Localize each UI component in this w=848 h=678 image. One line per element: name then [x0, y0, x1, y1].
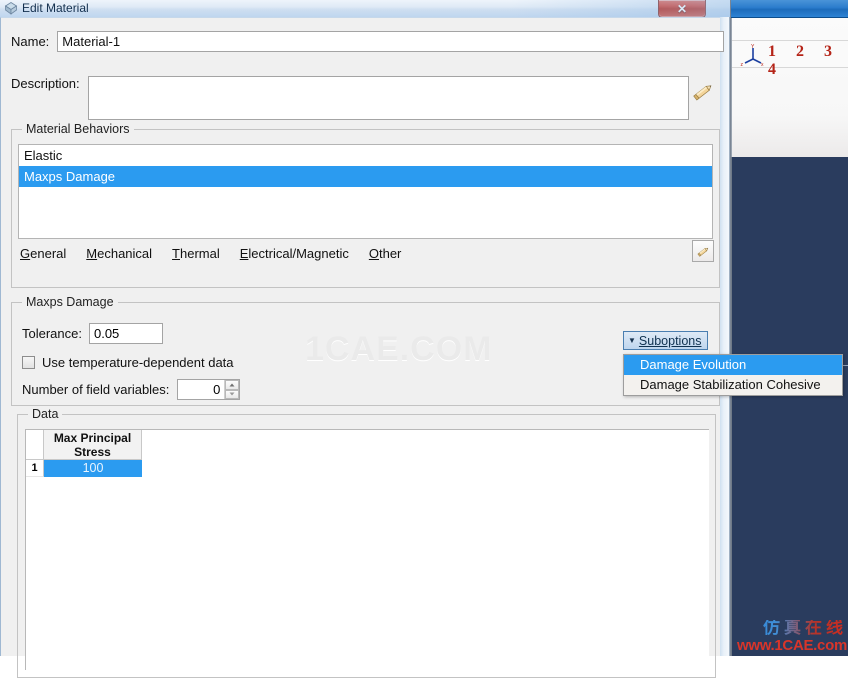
description-row: Description:	[11, 76, 689, 120]
suboptions-button[interactable]: ▼ Suboptions	[623, 331, 708, 350]
menu-electrical-magnetic[interactable]: Electrical/Magnetic	[240, 246, 349, 261]
menu-mechanical-rest: echanical	[97, 246, 153, 261]
watermark-chinese-text: 仿真在线	[737, 620, 847, 638]
dialog-title: Edit Material	[22, 1, 89, 15]
table-header-row: Max Principal Stress	[26, 430, 709, 460]
description-label: Description:	[11, 76, 80, 91]
close-icon: ✕	[676, 1, 688, 16]
description-input[interactable]	[87, 76, 689, 120]
number-of-field-variables-label: Number of field variables:	[22, 382, 170, 397]
close-button[interactable]: ✕	[658, 0, 706, 18]
menu-other-mnemonic: O	[368, 246, 379, 261]
background-toolbar-numbers: 1 2 3 4	[768, 43, 840, 78]
menu-general-rest: eneral	[30, 246, 67, 261]
suboptions-label: Suboptions	[638, 333, 702, 348]
name-label: Name:	[11, 34, 50, 49]
menu-electrical-magnetic-rest: lectrical/Magnetic	[248, 246, 349, 261]
stepper-up-button[interactable]	[225, 380, 240, 390]
dialog-right-edge	[720, 17, 730, 656]
tolerance-label: Tolerance:	[22, 326, 82, 341]
material-behaviors-group: Material Behaviors Elastic Maxps Damage …	[11, 122, 720, 288]
table-cell-max-principal-stress[interactable]: 100	[44, 460, 142, 477]
menu-thermal-mnemonic: T	[172, 246, 180, 261]
number-of-field-variables-row: Number of field variables: 0	[22, 379, 241, 400]
table-column-header[interactable]: Max Principal Stress	[44, 430, 142, 460]
svg-text:Y: Y	[751, 44, 755, 50]
number-of-field-variables-stepper[interactable]: 0	[177, 379, 241, 400]
edit-material-dialog: Edit Material ✕ 1CAE.COM Name: Descripti…	[0, 0, 843, 678]
watermark-url-text: www.1CAE.com	[736, 637, 847, 655]
coordinate-triad-icon: Y x z	[741, 44, 765, 67]
edit-description-button[interactable]	[688, 77, 718, 107]
use-temp-dependent-data-label: Use temperature-dependent data	[42, 355, 234, 370]
chevron-up-icon	[229, 383, 235, 387]
data-group-title: Data	[28, 407, 63, 421]
menu-item-damage-evolution[interactable]: Damage Evolution	[624, 355, 842, 375]
menu-mechanical[interactable]: Mechanical	[86, 246, 152, 261]
use-temp-dependent-data-checkbox-row[interactable]: Use temperature-dependent data	[22, 355, 234, 370]
field-variables-value[interactable]: 0	[178, 380, 224, 399]
menu-other-rest: ther	[378, 246, 402, 261]
menu-mechanical-mnemonic: M	[86, 246, 98, 261]
menu-thermal[interactable]: Thermal	[172, 246, 220, 261]
table-row-index: 1	[26, 460, 44, 477]
material-behaviors-title: Material Behaviors	[22, 122, 134, 136]
material-diamond-icon	[4, 2, 18, 15]
dialog-body: 1CAE.COM Name: Description:	[0, 17, 843, 678]
menu-general[interactable]: General	[20, 246, 66, 261]
name-input[interactable]	[57, 31, 725, 52]
menu-thermal-rest: hermal	[180, 246, 220, 261]
tolerance-input[interactable]	[88, 323, 163, 344]
chevron-down-icon: ▼	[628, 335, 636, 345]
suboptions-menu: Damage Evolution Damage Stabilization Co…	[623, 354, 843, 396]
table-corner-cell	[26, 430, 44, 460]
background-toolbar-row: Y x z 1 2 3 4	[732, 40, 848, 78]
tolerance-row: Tolerance:	[22, 323, 163, 344]
menu-item-damage-stabilization-cohesive[interactable]: Damage Stabilization Cohesive	[624, 375, 842, 395]
stepper-buttons	[224, 380, 240, 399]
edit-behavior-button[interactable]	[692, 240, 714, 262]
maxps-damage-title: Maxps Damage	[22, 295, 118, 309]
checkbox-icon[interactable]	[22, 356, 35, 369]
behavior-category-menubar: General Mechanical Thermal Electrical/Ma…	[20, 246, 401, 261]
data-group: Data Max Principal Stress 1 100	[17, 407, 716, 678]
svg-text:z: z	[741, 62, 744, 67]
table-row[interactable]: 1 100	[26, 460, 709, 477]
background-viewport: 仿真在线 www.1CAE.com	[731, 157, 848, 656]
background-toolbar-pane: Y x z 1 2 3 4	[731, 18, 848, 157]
maxps-damage-group: Maxps Damage Tolerance: Use temperature-…	[11, 295, 720, 406]
name-row: Name:	[11, 31, 725, 52]
svg-text:x: x	[761, 62, 764, 67]
pencil-icon	[696, 247, 708, 257]
dialog-titlebar[interactable]: Edit Material ✕	[0, 0, 730, 18]
pencil-icon	[693, 85, 712, 101]
list-item[interactable]: Elastic	[19, 145, 712, 166]
menu-general-mnemonic: G	[20, 246, 31, 261]
data-table[interactable]: Max Principal Stress 1 100	[25, 429, 709, 670]
background-window-titlebar	[731, 0, 848, 18]
material-behaviors-list[interactable]: Elastic Maxps Damage	[18, 144, 713, 239]
list-item[interactable]: Maxps Damage	[19, 166, 712, 187]
watermark-corner: 仿真在线 www.1CAE.com	[737, 620, 847, 654]
menu-other[interactable]: Other	[369, 246, 402, 261]
stepper-down-button[interactable]	[225, 389, 240, 399]
chevron-down-icon	[229, 392, 235, 396]
